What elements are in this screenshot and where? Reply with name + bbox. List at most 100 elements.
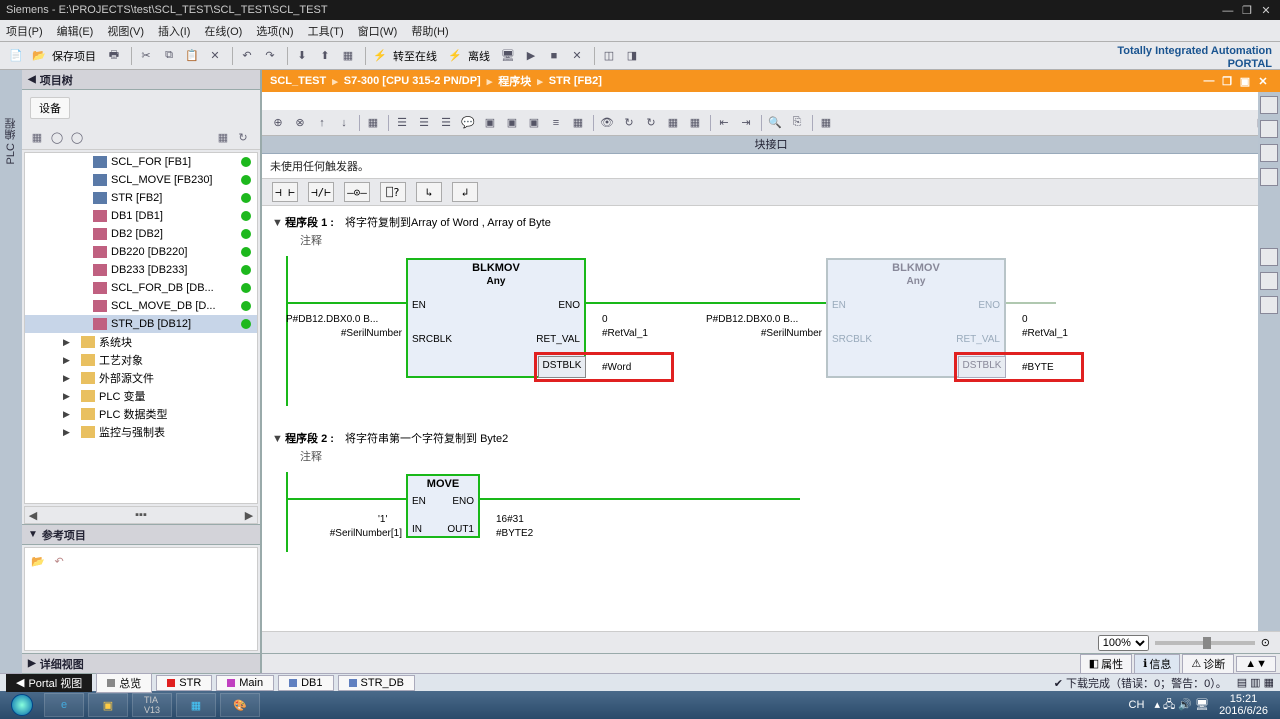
delete-icon[interactable]: ✕ [205, 46, 225, 66]
device-tab[interactable]: 设备 [30, 97, 70, 119]
cross-ref-icon[interactable]: ✕ [567, 46, 587, 66]
simulation-icon[interactable]: ▦ [338, 46, 358, 66]
et-tag1-icon[interactable]: ▣ [480, 113, 500, 133]
et-down-icon[interactable]: ↓ [334, 113, 354, 133]
dock-testing-icon[interactable] [1260, 120, 1278, 138]
et-m2-icon[interactable]: ↻ [619, 113, 639, 133]
net1-collapse-icon[interactable]: ▼ [272, 217, 282, 229]
collapse-icon[interactable]: ◀ [28, 74, 36, 85]
move-box[interactable]: MOVE EN ENO IN OUT1 [406, 474, 480, 538]
lad-contact-no-icon[interactable]: ⊣ ⊢ [272, 182, 298, 202]
et-insert-icon[interactable]: ⊕ [268, 113, 288, 133]
paste-icon[interactable]: 📋 [182, 46, 202, 66]
menu-window[interactable]: 窗口(W) [358, 23, 398, 39]
save-project-button[interactable]: 保存项目 [52, 48, 96, 64]
accessible-devices-icon[interactable]: 🖥 [498, 46, 518, 66]
stop-cpu-icon[interactable]: ■ [544, 46, 564, 66]
go-offline-button[interactable]: 离线 [468, 48, 490, 64]
taskbar-tia-icon[interactable]: TIAV13 [132, 693, 172, 717]
menu-project[interactable]: 项目(P) [6, 23, 43, 39]
editor-close-icon[interactable]: ✕ [1254, 75, 1272, 88]
zoom-reset-icon[interactable]: ⊙ [1261, 636, 1270, 649]
et-search-icon[interactable]: 🔍 [765, 113, 785, 133]
et-up-icon[interactable]: ↑ [312, 113, 332, 133]
crumb-group[interactable]: 程序块 [498, 73, 531, 89]
crumb-project[interactable]: SCL_TEST [270, 75, 326, 87]
tree-nav-back-icon[interactable]: ◯ [48, 129, 66, 147]
download-icon[interactable]: ⬆ [315, 46, 335, 66]
tray-icons[interactable]: ▴ 🖧 🔊 🖥 [1154, 696, 1209, 715]
dock-item5-icon[interactable] [1260, 248, 1278, 266]
zoom-select[interactable]: 100% [1098, 635, 1149, 651]
tree-view-icon[interactable]: ▦ [214, 129, 232, 147]
zoom-slider[interactable] [1155, 641, 1255, 645]
et-goto-icon[interactable]: ⎘ [787, 113, 807, 133]
block-interface-bar[interactable]: 块接口 [262, 136, 1280, 154]
net1-comment[interactable]: 注释 [300, 232, 1270, 248]
maximize-button[interactable]: ❐ [1239, 4, 1255, 17]
tab-info[interactable]: ℹ 信息 [1134, 654, 1180, 674]
lad-contact-nc-icon[interactable]: ⊣/⊢ [308, 182, 334, 202]
menu-edit[interactable]: 编辑(E) [57, 23, 94, 39]
start-cpu-icon[interactable]: ▶ [521, 46, 541, 66]
et-block-icon[interactable]: ▦ [363, 113, 383, 133]
net2-comment[interactable]: 注释 [300, 448, 1270, 464]
portal-view-button[interactable]: ◀ Portal 视图 [6, 674, 92, 692]
tree-nav-fwd-icon[interactable]: ◯ [68, 129, 86, 147]
taskbar-app4-icon[interactable]: ▦ [176, 693, 216, 717]
et-align3-icon[interactable]: ☰ [436, 113, 456, 133]
crumb-cpu[interactable]: S7-300 [CPU 315-2 PN/DP] [344, 75, 481, 87]
close-button[interactable]: ✕ [1258, 4, 1274, 17]
taskbar-ie-icon[interactable]: e [44, 693, 84, 717]
start-button[interactable] [4, 693, 40, 717]
menu-options[interactable]: 选项(N) [256, 23, 293, 39]
et-view-icon[interactable]: ▦ [816, 113, 836, 133]
undo-icon[interactable]: ↶ [237, 46, 257, 66]
ref-open-icon[interactable]: 📂 [29, 552, 47, 570]
dock-item7-icon[interactable] [1260, 296, 1278, 314]
et-tag2-icon[interactable]: ▣ [502, 113, 522, 133]
split2-icon[interactable]: ◨ [622, 46, 642, 66]
detail-collapse-icon[interactable]: ▶ [28, 658, 36, 669]
et-m3-icon[interactable]: ↻ [641, 113, 661, 133]
new-project-icon[interactable]: 📄 [6, 46, 26, 66]
et-tag3-icon[interactable]: ▣ [524, 113, 544, 133]
dock-tasks-icon[interactable] [1260, 144, 1278, 162]
et-delete-icon[interactable]: ⊗ [290, 113, 310, 133]
redo-icon[interactable]: ↷ [260, 46, 280, 66]
copy-icon[interactable]: ⧉ [159, 46, 179, 66]
et-align2-icon[interactable]: ☰ [414, 113, 434, 133]
et-comment-icon[interactable]: 💬 [458, 113, 478, 133]
split-icon[interactable]: ◫ [599, 46, 619, 66]
tray-clock[interactable]: 15:21 2016/6/26 [1219, 693, 1268, 717]
go-online-button[interactable]: 转至在线 [393, 48, 437, 64]
cut-icon[interactable]: ✂ [136, 46, 156, 66]
et-m5-icon[interactable]: ▦ [685, 113, 705, 133]
et-indent2-icon[interactable]: ⇥ [736, 113, 756, 133]
ref-undo-icon[interactable]: ↶ [50, 552, 68, 570]
dock-libraries-icon[interactable] [1260, 168, 1278, 186]
menu-view[interactable]: 视图(V) [107, 23, 144, 39]
dock-instructions-icon[interactable] [1260, 96, 1278, 114]
net2-diagram[interactable]: MOVE EN ENO IN OUT1 '1' #SerilNumber[1] … [286, 472, 1270, 552]
status-tab[interactable]: STR_DB [338, 675, 415, 691]
status-tab[interactable]: 总览 [96, 673, 152, 693]
lad-box-icon[interactable]: ⎕? [380, 182, 406, 202]
menu-help[interactable]: 帮助(H) [411, 23, 448, 39]
tree-sync-icon[interactable]: ↻ [234, 129, 252, 147]
go-online-icon[interactable]: ⚡ [370, 46, 390, 66]
menu-online[interactable]: 在线(O) [204, 23, 242, 39]
lad-branch-close-icon[interactable]: ↲ [452, 182, 478, 202]
tray-ime[interactable]: CH [1129, 699, 1145, 711]
status-tab[interactable]: Main [216, 675, 274, 691]
menu-insert[interactable]: 插入(I) [158, 23, 190, 39]
et-align1-icon[interactable]: ☰ [392, 113, 412, 133]
tree-device-icon[interactable]: ▦ [28, 129, 46, 147]
print-icon[interactable]: 🖶 [104, 46, 124, 66]
et-m4-icon[interactable]: ▦ [663, 113, 683, 133]
left-dock-label[interactable]: PLC 编程 [3, 118, 19, 164]
ref-collapse-icon[interactable]: ▼ [28, 529, 38, 540]
lad-coil-icon[interactable]: –⊙– [344, 182, 370, 202]
editor-float-icon[interactable]: ▣ [1236, 75, 1254, 88]
status-tab[interactable]: STR [156, 675, 212, 691]
